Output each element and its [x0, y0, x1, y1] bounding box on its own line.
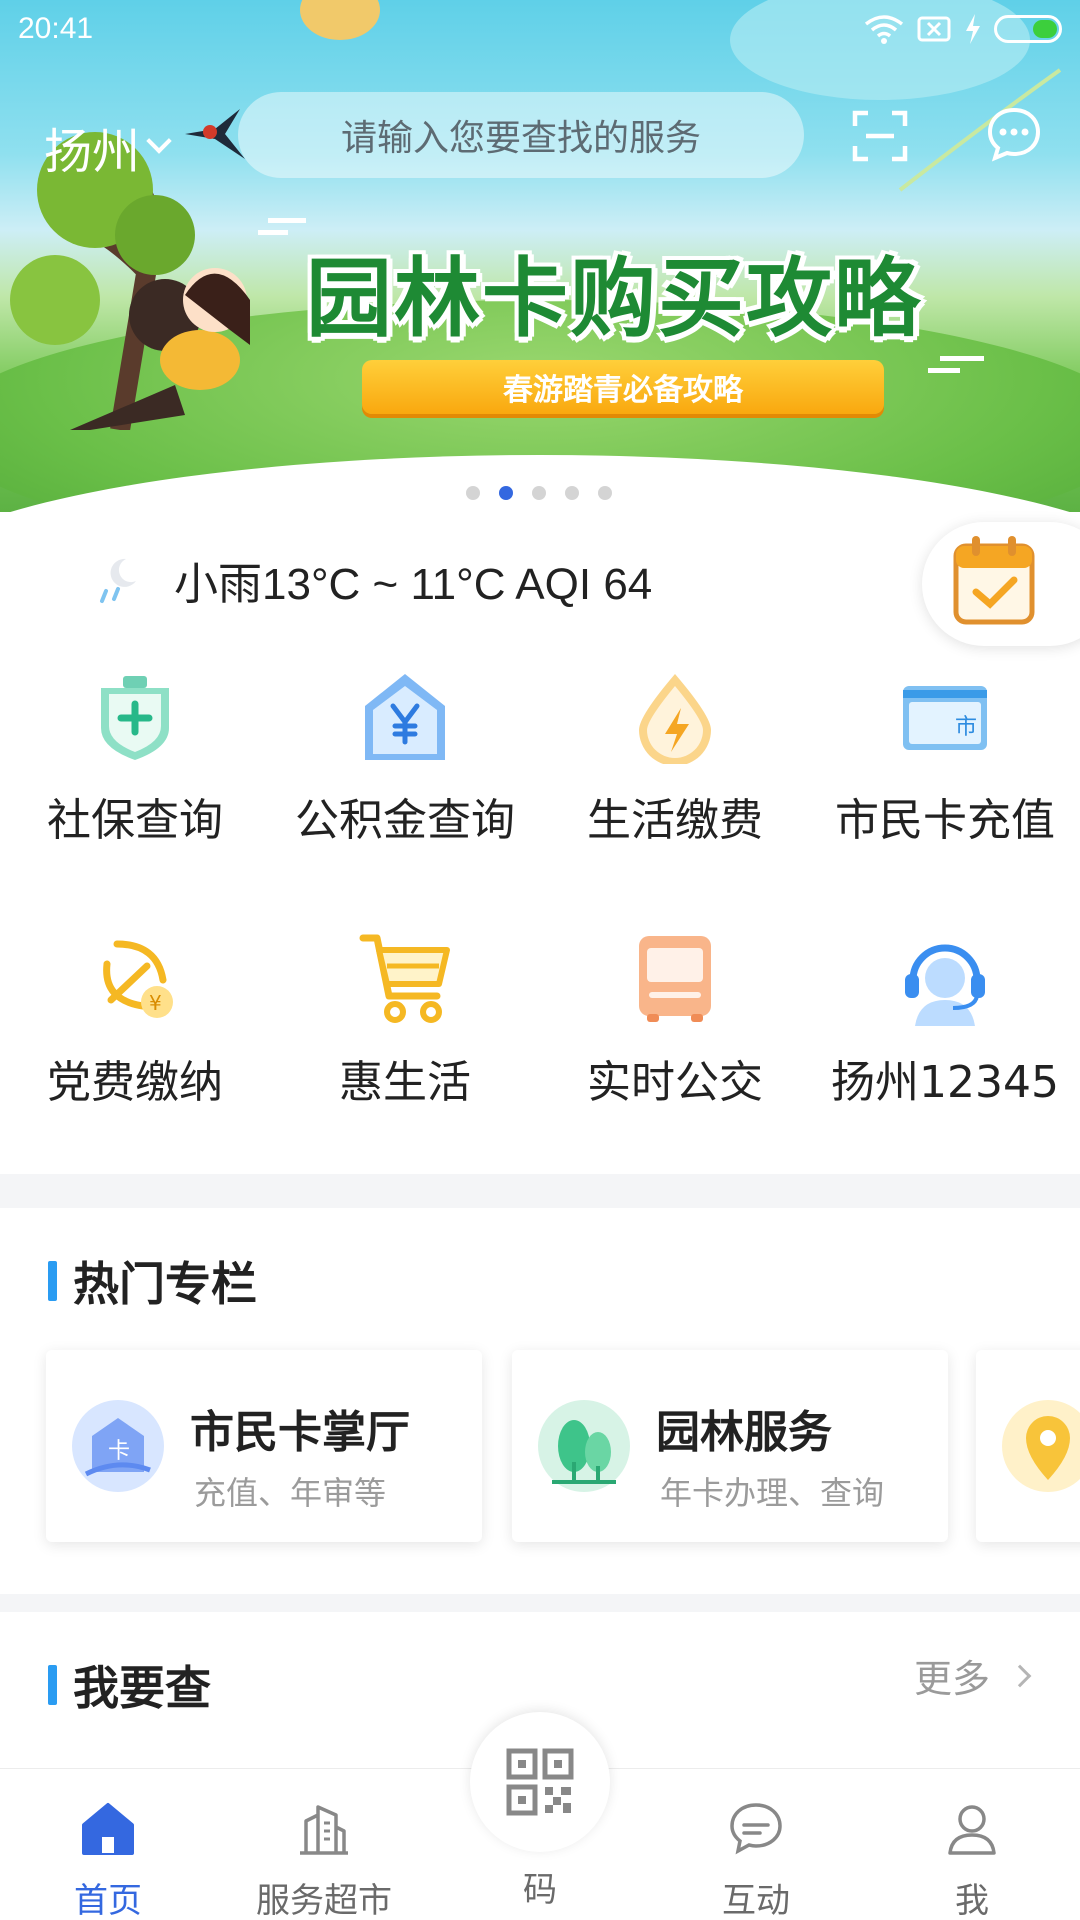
bus-icon: [639, 936, 711, 1022]
nav-label: 服务超市: [256, 1881, 392, 1920]
service-label: 党费缴纳: [47, 1057, 223, 1108]
light-rain-icon: [100, 558, 136, 603]
more-link[interactable]: 更多: [913, 1648, 1032, 1703]
service-realtime-bus[interactable]: 实时公交: [540, 930, 810, 1110]
trees-icon: [538, 1400, 630, 1492]
promo-banner[interactable]: 园林卡购买攻略 春游踏青必备攻略: [0, 0, 1080, 512]
banner-subtitle-pill[interactable]: 春游踏青必备攻略: [362, 360, 884, 414]
home-icon: [82, 1803, 134, 1855]
service-label: 生活缴费: [587, 795, 763, 846]
section-title: 热门专栏: [73, 1257, 257, 1311]
section-title: 我要查: [73, 1661, 211, 1715]
party-emblem-coin-icon: ¥: [103, 940, 173, 1018]
service-label: 惠生活: [339, 1057, 471, 1108]
carousel-dots: [466, 486, 612, 500]
carousel-dot[interactable]: [466, 486, 480, 500]
card-hall-icon: 卡: [72, 1400, 164, 1492]
nav-service-market[interactable]: 服务超市: [234, 1799, 414, 1920]
section-accent-bar: [48, 1261, 57, 1301]
scan-icon[interactable]: [852, 110, 908, 162]
weather-widget[interactable]: 小雨13°C ~ 11°C AQI 64: [96, 548, 652, 612]
building-icon: [300, 1805, 348, 1855]
hot-card-citizen-card-hall[interactable]: 卡 市民卡掌厅 充值、年审等: [46, 1350, 482, 1542]
status-time: 20:41: [18, 12, 94, 45]
citizen-card-icon: 市: [903, 686, 987, 750]
carousel-dot[interactable]: [598, 486, 612, 500]
calendar-button[interactable]: [922, 522, 1080, 646]
more-label: 更多: [913, 1657, 990, 1701]
user-icon: [948, 1805, 996, 1855]
medical-shield-icon: [101, 676, 169, 760]
nav-label: 互动: [722, 1881, 790, 1920]
hot-card-garden-service[interactable]: 园林服务 年卡办理、查询: [512, 1350, 948, 1542]
qr-code-button[interactable]: [470, 1712, 610, 1852]
qr-code-icon: [506, 1748, 574, 1816]
service-party-fee[interactable]: ¥ 党费缴纳: [0, 930, 270, 1110]
hot-card-partial[interactable]: [976, 1350, 1080, 1542]
chat-bubble-icon: [730, 1803, 782, 1855]
section-accent-bar: [48, 1665, 57, 1705]
chevron-down-icon: [146, 128, 172, 154]
nav-label: 码: [523, 1870, 557, 1910]
shopping-cart-icon: [359, 934, 450, 1023]
message-icon[interactable]: [986, 106, 1042, 162]
card-subtitle: 充值、年审等: [194, 1474, 387, 1512]
status-bar: 20:41: [0, 0, 1080, 60]
service-label: 社保查询: [47, 795, 223, 846]
service-utility-payment[interactable]: 生活缴费: [540, 668, 810, 848]
card-title: 市民卡掌厅: [190, 1407, 410, 1458]
carousel-dot[interactable]: [532, 486, 546, 500]
service-label: 市民卡充值: [835, 795, 1055, 846]
city-selector[interactable]: 扬州: [44, 112, 172, 182]
nav-label: 我: [955, 1881, 989, 1920]
lightning-drop-icon: [639, 674, 711, 766]
city-name: 扬州: [44, 124, 141, 180]
svg-text:卡: 卡: [108, 1439, 130, 1464]
svg-text:¥: ¥: [149, 991, 162, 1015]
no-sim-icon: [917, 16, 951, 42]
service-social-security[interactable]: 社保查询: [0, 668, 270, 848]
carousel-dot-active[interactable]: [499, 486, 513, 500]
nav-label: 首页: [74, 1881, 142, 1920]
query-section-header: 我要查: [48, 1652, 211, 1718]
nav-interaction[interactable]: 互动: [666, 1799, 846, 1920]
service-housing-fund[interactable]: 公积金查询: [270, 668, 540, 848]
location-pin-icon: [1002, 1400, 1080, 1492]
battery-icon: [994, 15, 1062, 43]
wifi-icon: [864, 15, 904, 44]
section-separator: [0, 1174, 1080, 1208]
fund-house-icon: [365, 674, 445, 760]
hot-section-header: 热门专栏: [48, 1248, 257, 1314]
charging-icon: [966, 14, 980, 44]
svg-text:市: 市: [955, 715, 977, 740]
section-separator: [0, 1594, 1080, 1612]
service-label: 公积金查询: [295, 795, 515, 846]
carousel-dot[interactable]: [565, 486, 579, 500]
card-title: 园林服务: [656, 1407, 832, 1458]
service-hui-life[interactable]: 惠生活: [270, 930, 540, 1110]
service-label: 实时公交: [587, 1057, 763, 1108]
service-citizen-card-topup[interactable]: 市 市民卡充值: [810, 668, 1080, 848]
weather-text: 小雨13°C ~ 11°C AQI 64: [174, 560, 653, 609]
banner-title: 园林卡购买攻略: [306, 249, 922, 349]
nav-home[interactable]: 首页: [18, 1799, 198, 1920]
customer-service-icon: [905, 944, 985, 1026]
card-subtitle: 年卡办理、查询: [660, 1474, 885, 1512]
service-hotline-12345[interactable]: 扬州12345: [810, 930, 1080, 1110]
service-label: 扬州12345: [831, 1057, 1059, 1108]
calendar-check-icon: [953, 536, 1035, 625]
search-input[interactable]: 请输入您要查找的服务: [238, 92, 804, 178]
nav-profile[interactable]: 我: [882, 1799, 1062, 1920]
chevron-right-icon: [1008, 1664, 1032, 1687]
